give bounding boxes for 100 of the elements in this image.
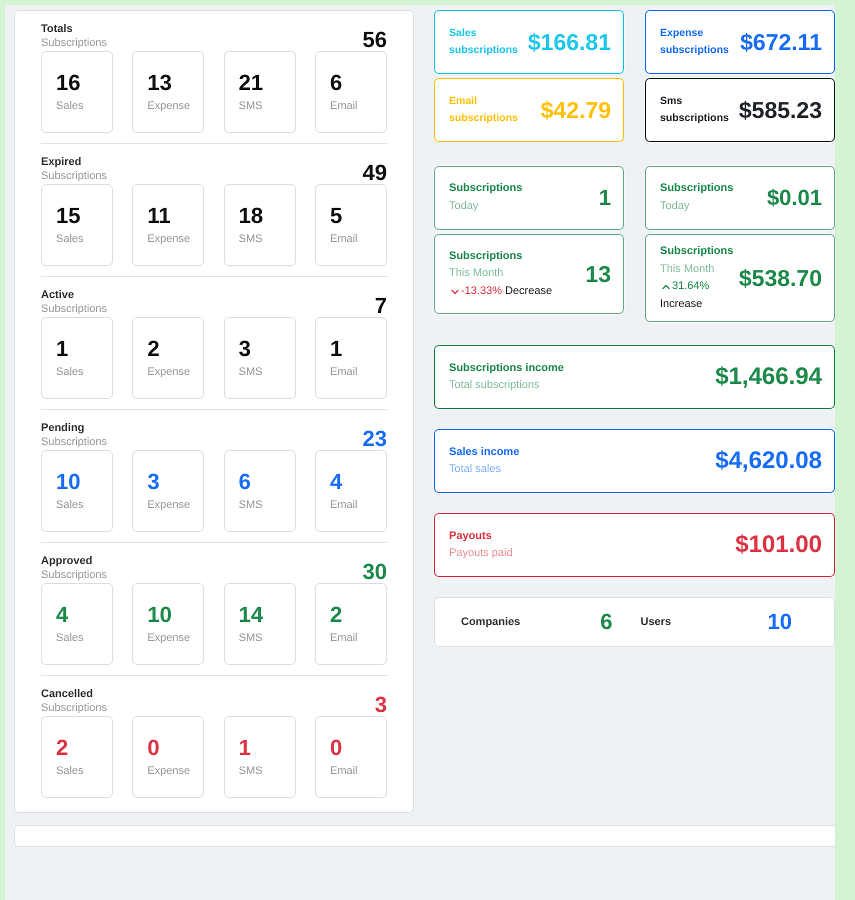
tile-label: Email bbox=[330, 100, 358, 112]
section-subtitle: Subscriptions bbox=[41, 436, 108, 448]
tile-value: 1 bbox=[330, 338, 344, 360]
card-subtitle: This Month bbox=[660, 262, 714, 277]
tile-value: 10 bbox=[147, 604, 173, 626]
section-title: Pending bbox=[41, 422, 86, 434]
section-title: Cancelled bbox=[41, 688, 94, 700]
section-total: 7 bbox=[374, 293, 387, 319]
tile-value: 6 bbox=[330, 72, 344, 94]
card-value: $42.79 bbox=[540, 96, 611, 124]
change-label: Increase bbox=[660, 296, 702, 312]
card-title: Payouts bbox=[449, 528, 492, 544]
section-subtitle: Subscriptions bbox=[41, 303, 108, 315]
tile-value: 18 bbox=[238, 205, 264, 227]
tile-value: 2 bbox=[330, 604, 344, 626]
tile-label: SMS bbox=[238, 366, 264, 378]
card-title: Subscriptions bbox=[449, 248, 522, 264]
tile-value: 16 bbox=[56, 72, 82, 94]
card-title: Subscriptions income bbox=[449, 360, 564, 376]
change-label: Decrease bbox=[504, 284, 552, 299]
section-total: 30 bbox=[362, 559, 387, 585]
count-value: 10 bbox=[768, 609, 792, 636]
card-title: Email subscriptions bbox=[449, 94, 518, 126]
card-subtitle: Today bbox=[660, 199, 690, 214]
tile-label: SMS bbox=[238, 765, 264, 777]
section-title: Totals bbox=[41, 23, 74, 35]
tile-value: 2 bbox=[147, 338, 161, 360]
tile-value: 21 bbox=[238, 72, 264, 94]
tile-value: 4 bbox=[330, 471, 344, 493]
card-value: 13 bbox=[585, 260, 611, 288]
count-label: Companies bbox=[461, 616, 520, 628]
tile-label: Email bbox=[330, 632, 358, 644]
section-title: Approved bbox=[41, 555, 94, 567]
count-value: 6 bbox=[600, 609, 612, 636]
card-title: Subscriptions bbox=[660, 244, 734, 259]
tile-label: Sales bbox=[56, 366, 85, 378]
card-subtitle: Payouts paid bbox=[449, 546, 513, 562]
section-total: 56 bbox=[362, 27, 387, 53]
card-value: $0.01 bbox=[766, 185, 822, 211]
card-subtitle: This Month bbox=[449, 266, 504, 282]
section-subtitle: Subscriptions bbox=[41, 37, 108, 49]
tile-value: 15 bbox=[56, 205, 82, 227]
section-total: 49 bbox=[362, 160, 387, 186]
tile-label: Expense bbox=[147, 632, 192, 644]
tile-label: Expense bbox=[147, 233, 192, 245]
card-title: Expense subscriptions bbox=[660, 26, 729, 58]
card-value: $585.23 bbox=[738, 96, 822, 124]
card-title: Subscriptions bbox=[449, 181, 522, 196]
tile-value: 1 bbox=[56, 338, 70, 360]
change-value: 31.64% bbox=[660, 278, 710, 296]
section-title: Expired bbox=[41, 156, 82, 168]
section-total: 3 bbox=[374, 692, 387, 718]
tile-label: Sales bbox=[56, 632, 85, 644]
card-title: Sales income bbox=[449, 444, 520, 460]
tile-label: Expense bbox=[147, 499, 192, 511]
tile-label: Sales bbox=[56, 499, 85, 511]
card-subtitle: Total sales bbox=[449, 462, 501, 478]
count-label: Users bbox=[640, 616, 672, 628]
tile-value: 0 bbox=[147, 737, 161, 759]
card-value: $672.11 bbox=[740, 28, 822, 56]
section-total: 23 bbox=[362, 426, 387, 452]
tile-label: SMS bbox=[238, 632, 264, 644]
tile-value: 13 bbox=[147, 72, 173, 94]
card-value: 1 bbox=[598, 185, 611, 211]
tile-label: Expense bbox=[147, 366, 192, 378]
tile-value: 6 bbox=[238, 471, 252, 493]
section-subtitle: Subscriptions bbox=[41, 170, 108, 182]
tile-value: 10 bbox=[56, 471, 82, 493]
section-subtitle: Subscriptions bbox=[41, 569, 108, 581]
card-value: $166.81 bbox=[528, 28, 611, 56]
tile-label: SMS bbox=[238, 499, 264, 511]
tile-value: 2 bbox=[56, 737, 70, 759]
card-value: $538.70 bbox=[738, 264, 822, 292]
card-title: Sales subscriptions bbox=[449, 26, 518, 58]
tile-label: Sales bbox=[56, 765, 85, 777]
tile-value: 1 bbox=[238, 737, 252, 759]
tile-label: Expense bbox=[147, 765, 192, 777]
tile-label: Email bbox=[330, 765, 358, 777]
card-value: $4,620.08 bbox=[715, 447, 822, 476]
card-subtitle: Today bbox=[449, 199, 478, 214]
change-value: -13.33% bbox=[449, 282, 502, 300]
card-value: $1,466.94 bbox=[715, 363, 822, 392]
card-title: Sms subscriptions bbox=[660, 94, 729, 126]
tile-value: 0 bbox=[330, 737, 344, 759]
card-subtitle: Total subscriptions bbox=[449, 378, 540, 394]
tile-value: 3 bbox=[147, 471, 161, 493]
tile-label: Sales bbox=[56, 233, 85, 245]
tile-label: Expense bbox=[147, 100, 192, 112]
tile-value: 4 bbox=[56, 604, 70, 626]
section-title: Active bbox=[41, 289, 76, 301]
tile-value: 14 bbox=[238, 604, 264, 626]
tile-value: 5 bbox=[330, 205, 344, 227]
tile-label: SMS bbox=[238, 233, 264, 245]
tile-value: 3 bbox=[238, 338, 252, 360]
tile-label: Email bbox=[330, 499, 358, 511]
tile-value: 11 bbox=[147, 205, 172, 227]
tile-label: Email bbox=[330, 366, 358, 378]
tile-label: SMS bbox=[238, 100, 264, 112]
card-title: Subscriptions bbox=[660, 181, 734, 196]
section-subtitle: Subscriptions bbox=[41, 702, 108, 714]
